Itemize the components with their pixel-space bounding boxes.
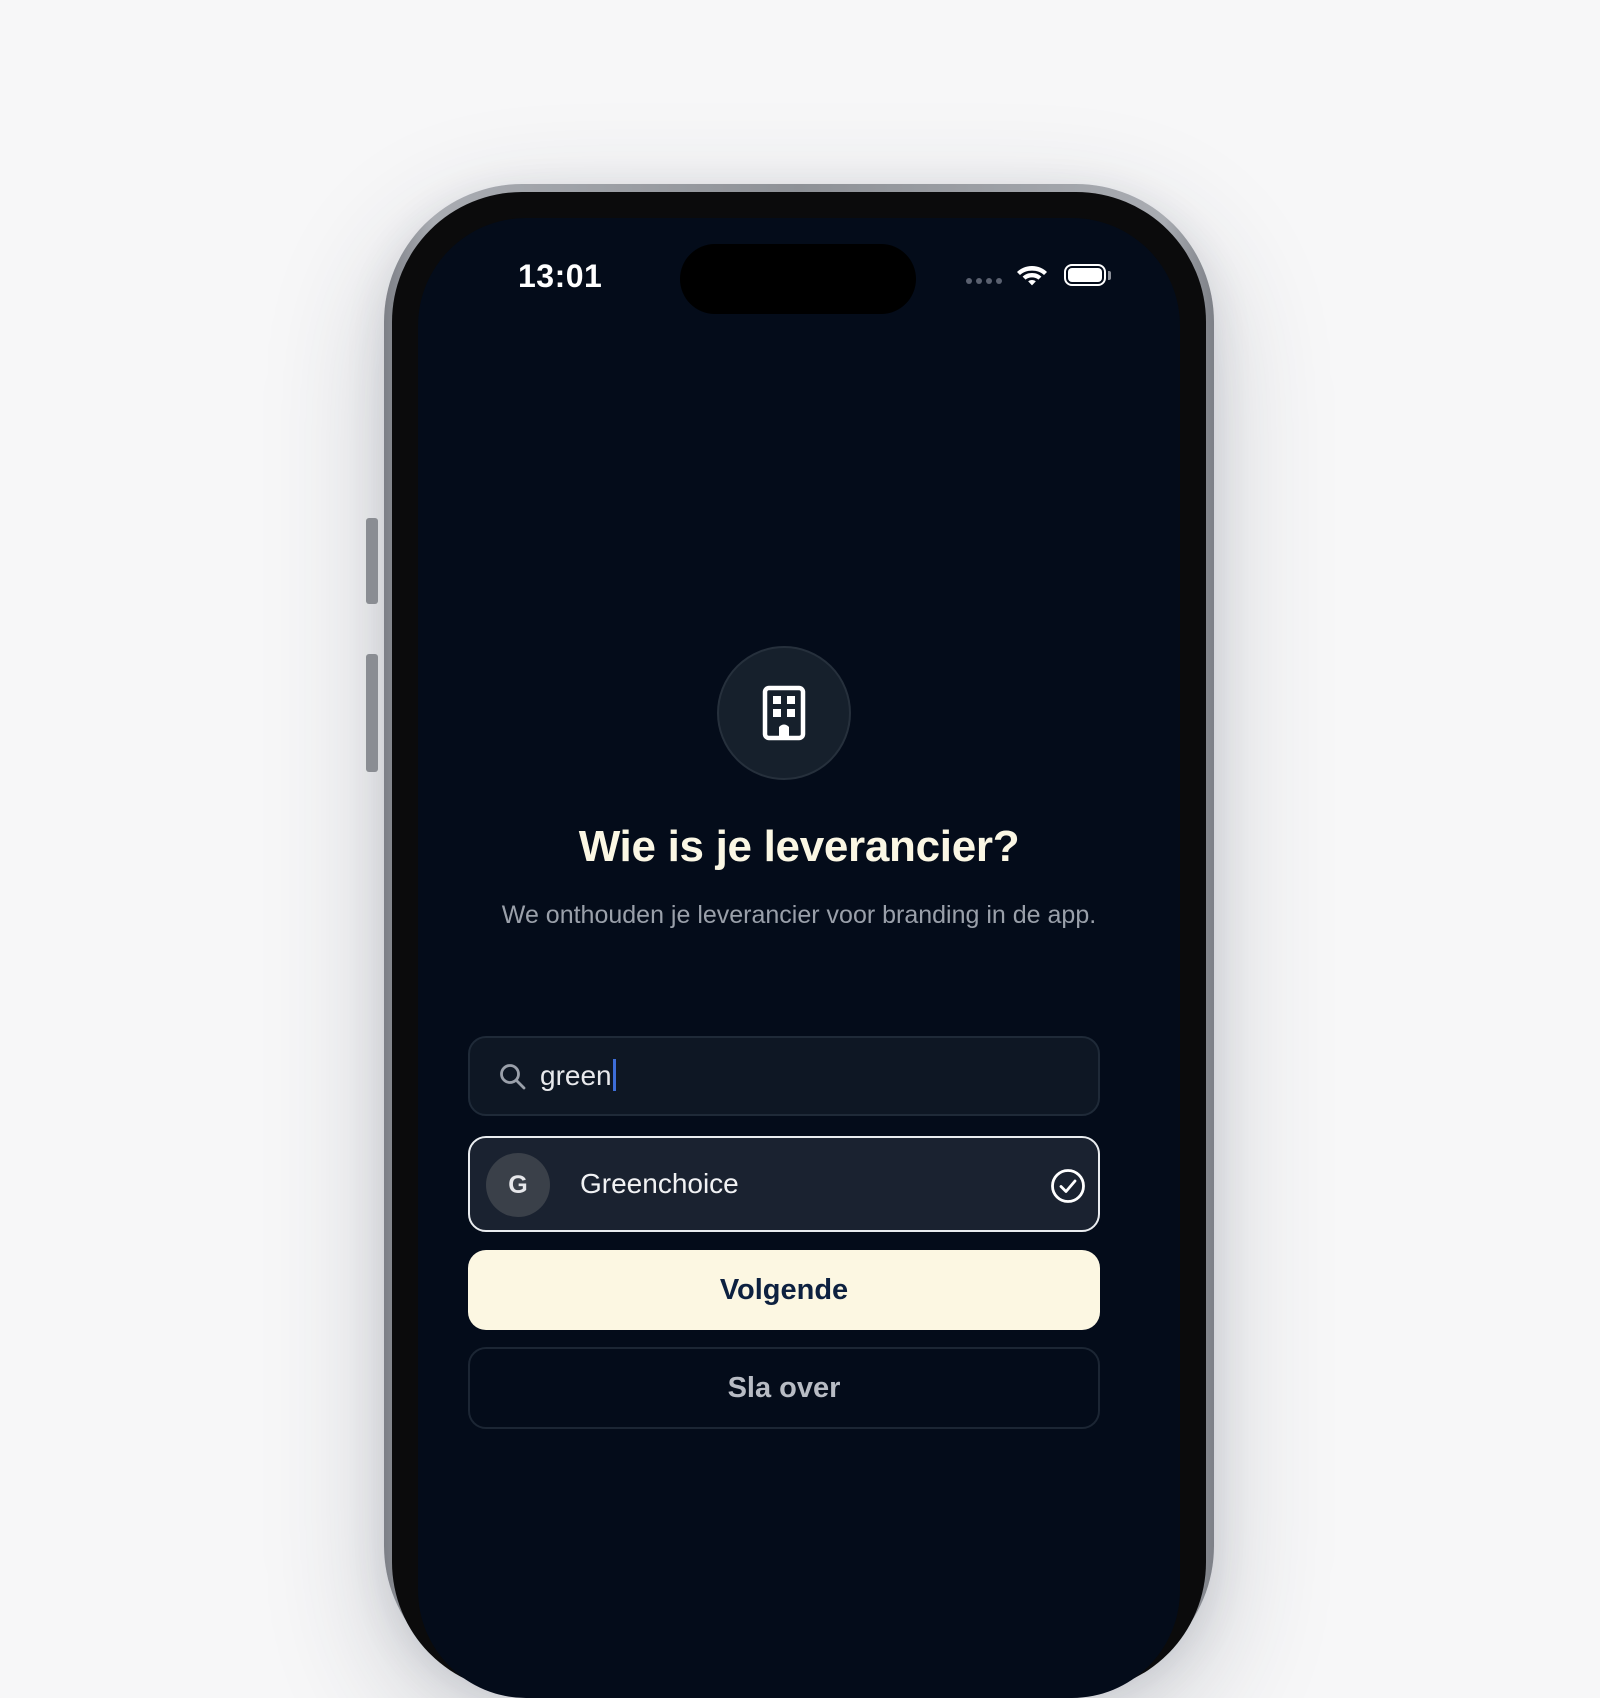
search-field[interactable]: green	[468, 1036, 1100, 1116]
next-button[interactable]: Volgende	[468, 1250, 1100, 1330]
app-screen: 13:01 Wie is je leverancier? We onthoude…	[418, 218, 1180, 1698]
search-input[interactable]: green	[540, 1059, 616, 1092]
supplier-option-greenchoice[interactable]: G Greenchoice	[468, 1136, 1100, 1232]
hero-icon-circle	[717, 646, 851, 780]
volume-button	[366, 654, 378, 772]
page-title: Wie is je leverancier?	[578, 822, 1020, 871]
search-input-value: green	[540, 1060, 612, 1091]
search-icon	[500, 1064, 526, 1090]
battery-cap	[1108, 271, 1111, 280]
signal-icon	[966, 278, 1002, 284]
building-icon	[762, 685, 806, 741]
action-button	[366, 518, 378, 604]
wifi-icon	[1017, 266, 1047, 286]
battery-icon	[1064, 264, 1106, 286]
text-caret	[612, 1059, 616, 1091]
supplier-name: Greenchoice	[580, 1168, 739, 1199]
status-time: 13:01	[518, 258, 603, 294]
dynamic-island	[680, 244, 916, 314]
page-subtitle: We onthouden je leverancier voor brandin…	[501, 901, 1097, 929]
skip-button[interactable]: Sla over	[468, 1347, 1100, 1429]
check-circle-icon	[1051, 1169, 1085, 1203]
supplier-avatar: G	[486, 1153, 550, 1217]
